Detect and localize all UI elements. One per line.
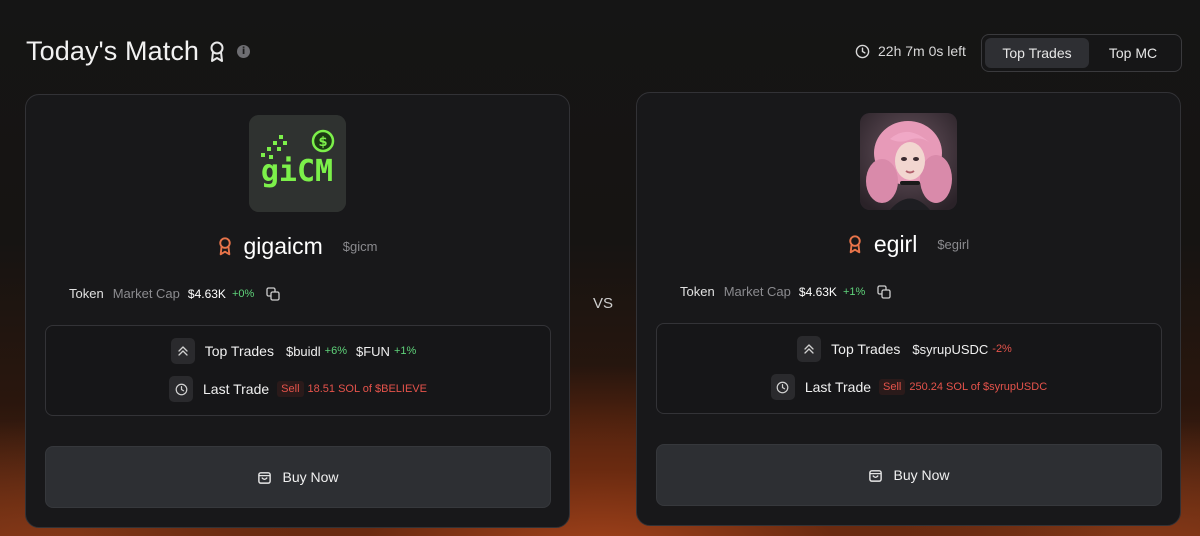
trade-ticker[interactable]: $FUN (356, 344, 390, 359)
trade-info-box: Top Trades $buidl +6% $FUN +1% Last Trad… (45, 325, 551, 416)
token-name-row: gigaicm $gicm (26, 233, 569, 260)
token-logo[interactable]: giCM $ (249, 115, 346, 212)
token-avatar[interactable] (860, 113, 957, 210)
title-wrap: Today's Match i (26, 36, 251, 67)
market-cap-value: $4.63K (187, 286, 226, 301)
buy-now-label: Buy Now (282, 469, 339, 485)
buy-now-button[interactable]: Buy Now (45, 446, 551, 508)
token-ticker: $egirl (937, 237, 970, 252)
medal-icon (218, 237, 232, 256)
sell-badge: Sell (277, 381, 304, 397)
shopping-bag-icon (869, 469, 883, 482)
logo-text: giCM (261, 154, 333, 189)
token-name: egirl (873, 231, 918, 257)
chevrons-up-icon[interactable] (797, 336, 822, 362)
svg-text:$: $ (318, 135, 327, 150)
medal-icon (209, 41, 225, 63)
token-label: Token (680, 284, 715, 299)
last-trade-label: Last Trade (203, 381, 270, 397)
top-trades-label: Top Trades (204, 343, 274, 359)
trade-change: +1% (393, 345, 417, 357)
clock-icon[interactable] (169, 376, 194, 402)
sort-toggle: Top Trades Top MC (981, 34, 1182, 72)
market-cap-value: $4.63K (798, 284, 837, 299)
top-trades-row: Top Trades $buidl +6% $FUN +1% (46, 338, 550, 364)
top-trades-label: Top Trades (831, 341, 901, 357)
token-ticker: $gicm (342, 239, 378, 254)
tab-top-mc[interactable]: Top MC (1089, 38, 1177, 68)
last-trade-desc: 18.51 SOL of $BELIEVE (307, 383, 427, 395)
sell-badge: Sell (879, 379, 906, 395)
trade-change: -2% (992, 343, 1012, 355)
chevrons-up-icon[interactable] (170, 338, 195, 364)
last-trade-row: Last Trade Sell 250.24 SOL of $syrupUSDC (657, 374, 1161, 400)
trade-change: +6% (324, 345, 347, 357)
market-cap-change: +1% (842, 285, 866, 298)
stats-row: Token Market Cap $4.63K +0% (69, 286, 280, 301)
market-cap-label: Market Cap (723, 284, 791, 299)
trade-ticker[interactable]: $syrupUSDC (912, 342, 988, 357)
tab-top-trades[interactable]: Top Trades (985, 38, 1089, 68)
token-name: gigaicm (243, 233, 323, 259)
last-trade-row: Last Trade Sell 18.51 SOL of $BELIEVE (46, 376, 550, 402)
info-icon[interactable]: i (237, 45, 251, 58)
market-cap-change: +0% (231, 287, 255, 300)
buy-now-label: Buy Now (893, 467, 950, 483)
copy-icon[interactable] (266, 286, 280, 301)
token-label: Token (69, 286, 104, 301)
vs-label: VS (593, 295, 614, 312)
last-trade-label: Last Trade (804, 379, 872, 395)
header: Today's Match i 22h 7m 0s left Top Trade… (0, 0, 1200, 90)
clock-icon[interactable] (770, 374, 795, 400)
top-trades-row: Top Trades $syrupUSDC -2% (657, 336, 1161, 362)
buy-now-button[interactable]: Buy Now (656, 444, 1162, 506)
medal-icon (848, 235, 862, 254)
shopping-bag-icon (258, 471, 272, 484)
page-title: Today's Match (26, 36, 200, 66)
match-card-left: giCM $ gigaicm $gicm Token Market Cap $4… (25, 94, 570, 528)
trade-ticker[interactable]: $buidl (286, 344, 321, 359)
timer-text: 22h 7m 0s left (878, 43, 966, 59)
countdown-timer: 22h 7m 0s left (855, 43, 966, 59)
trade-info-box: Top Trades $syrupUSDC -2% Last Trade Sel… (656, 323, 1162, 414)
match-card-right: egirl $egirl Token Market Cap $4.63K +1%… (636, 92, 1181, 526)
stats-row: Token Market Cap $4.63K +1% (680, 284, 891, 299)
market-cap-label: Market Cap (112, 286, 180, 301)
last-trade-desc: 250.24 SOL of $syrupUSDC (909, 381, 1048, 393)
token-name-row: egirl $egirl (637, 231, 1180, 258)
copy-icon[interactable] (877, 284, 891, 299)
clock-icon (855, 44, 870, 58)
